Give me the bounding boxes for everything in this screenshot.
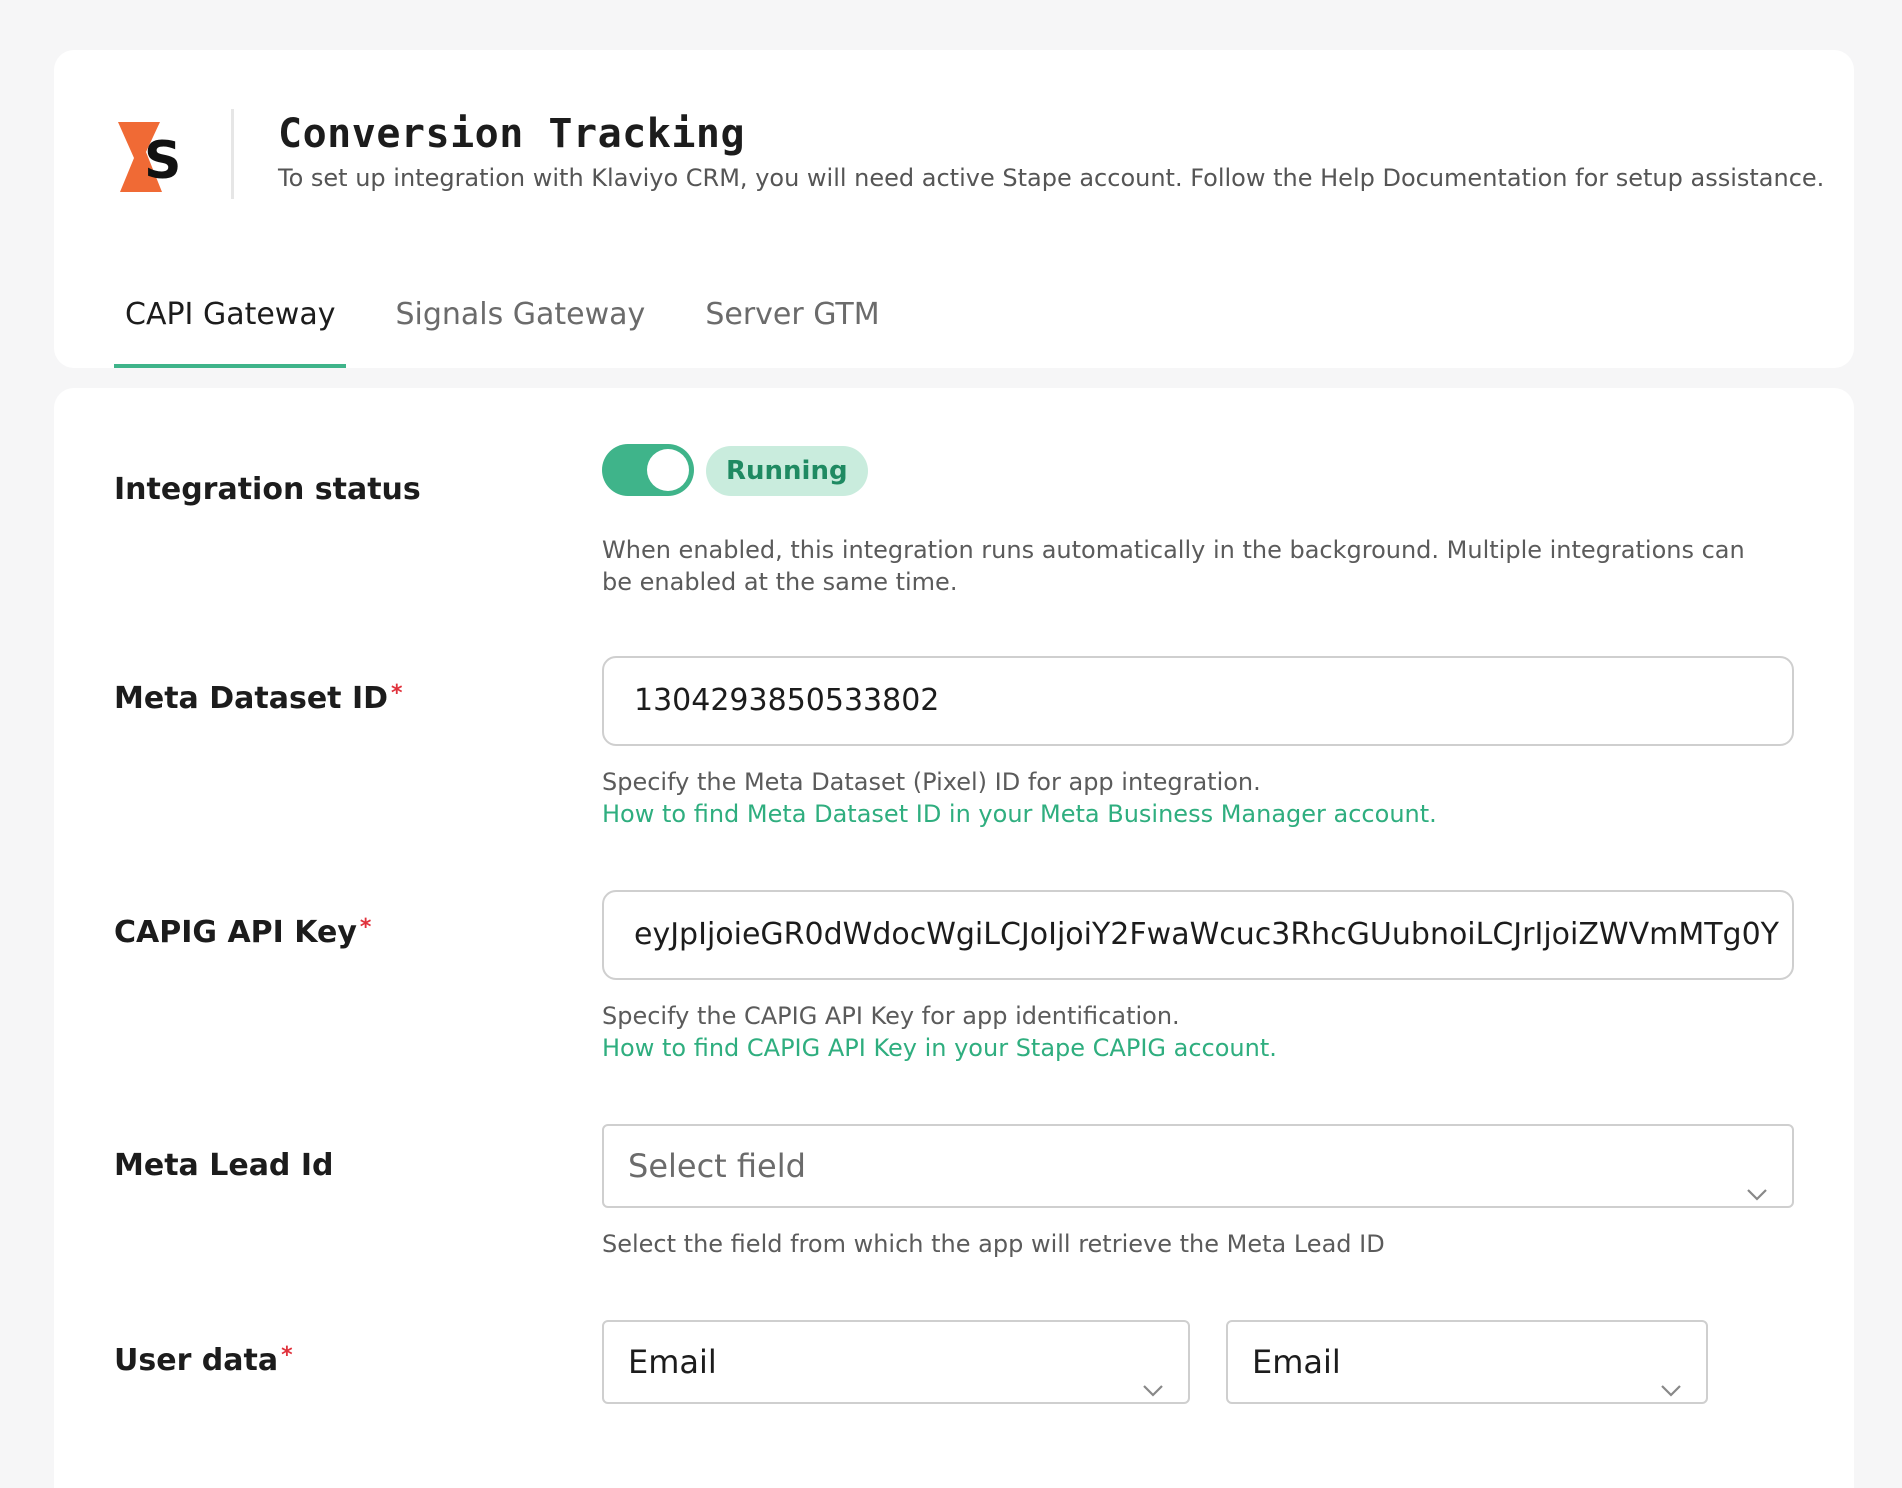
user-data-select-2[interactable]: Email	[1226, 1320, 1708, 1404]
lead-id-label: Meta Lead Id	[114, 1148, 334, 1183]
tab-server-gtm[interactable]: Server GTM	[694, 290, 890, 368]
dataset-id-label: Meta Dataset ID *	[114, 681, 403, 716]
integration-status-help: When enabled, this integration runs auto…	[602, 536, 1745, 596]
label-text: Integration status	[114, 472, 421, 507]
dataset-id-help-link[interactable]: How to find Meta Dataset ID in your Meta…	[602, 798, 1782, 830]
dataset-id-help: Specify the Meta Dataset (Pixel) ID for …	[602, 766, 1782, 830]
tab-label: Server GTM	[705, 297, 880, 332]
required-mark: *	[391, 681, 403, 706]
api-key-help: Specify the CAPIG API Key for app identi…	[602, 1000, 1782, 1064]
label-text: Meta Dataset ID	[114, 681, 389, 716]
form-card: Integration status Running When enabled,…	[54, 388, 1854, 1488]
label-text: Meta Lead Id	[114, 1148, 334, 1183]
dataset-id-input[interactable]: 1304293850533802	[602, 656, 1794, 746]
select-placeholder: Select field	[628, 1147, 806, 1185]
lead-id-help: Select the field from which the app will…	[602, 1230, 1385, 1258]
user-data-select-1[interactable]: Email	[602, 1320, 1190, 1404]
header-divider	[231, 109, 234, 199]
active-tab-indicator	[114, 364, 347, 368]
lead-id-select[interactable]: Select field	[602, 1124, 1794, 1208]
integration-status-toggle[interactable]	[602, 444, 694, 496]
toggle-knob	[647, 449, 689, 491]
tab-signals-gateway[interactable]: Signals Gateway	[384, 290, 656, 368]
stape-logo-icon: S	[116, 120, 186, 194]
label-text: User data	[114, 1343, 279, 1378]
status-badge: Running	[706, 446, 868, 496]
chevron-down-icon	[1660, 1350, 1682, 1397]
tab-capi-gateway[interactable]: CAPI Gateway	[114, 290, 347, 368]
svg-text:S: S	[144, 131, 181, 191]
header-card: S Conversion Tracking To set up integrat…	[54, 50, 1854, 368]
help-text: Specify the Meta Dataset (Pixel) ID for …	[602, 768, 1261, 796]
page-title: Conversion Tracking	[278, 111, 746, 157]
integration-status-label: Integration status	[114, 472, 421, 507]
chevron-down-icon	[1142, 1350, 1164, 1397]
tab-label: Signals Gateway	[395, 297, 646, 332]
select-value: Email	[1252, 1343, 1341, 1381]
label-text: CAPIG API Key	[114, 915, 357, 950]
tab-label: CAPI Gateway	[125, 297, 336, 332]
api-key-label: CAPIG API Key *	[114, 915, 371, 950]
tab-bar: CAPI Gateway Signals Gateway Server GTM	[114, 290, 929, 368]
help-text: Specify the CAPIG API Key for app identi…	[602, 1002, 1180, 1030]
input-value: 1304293850533802	[634, 683, 940, 718]
chevron-down-icon	[1746, 1154, 1768, 1201]
user-data-label: User data *	[114, 1343, 293, 1378]
page-subtitle: To set up integration with Klaviyo CRM, …	[278, 164, 1825, 192]
required-mark: *	[359, 915, 372, 940]
select-value: Email	[628, 1343, 717, 1381]
api-key-help-link[interactable]: How to find CAPIG API Key in your Stape …	[602, 1032, 1782, 1064]
required-mark: *	[281, 1343, 293, 1368]
input-value: eyJpIjoieGR0dWdocWgiLCJoIjoiY2FwaWcuc3Rh…	[634, 917, 1779, 952]
api-key-input[interactable]: eyJpIjoieGR0dWdocWgiLCJoIjoiY2FwaWcuc3Rh…	[602, 890, 1794, 980]
